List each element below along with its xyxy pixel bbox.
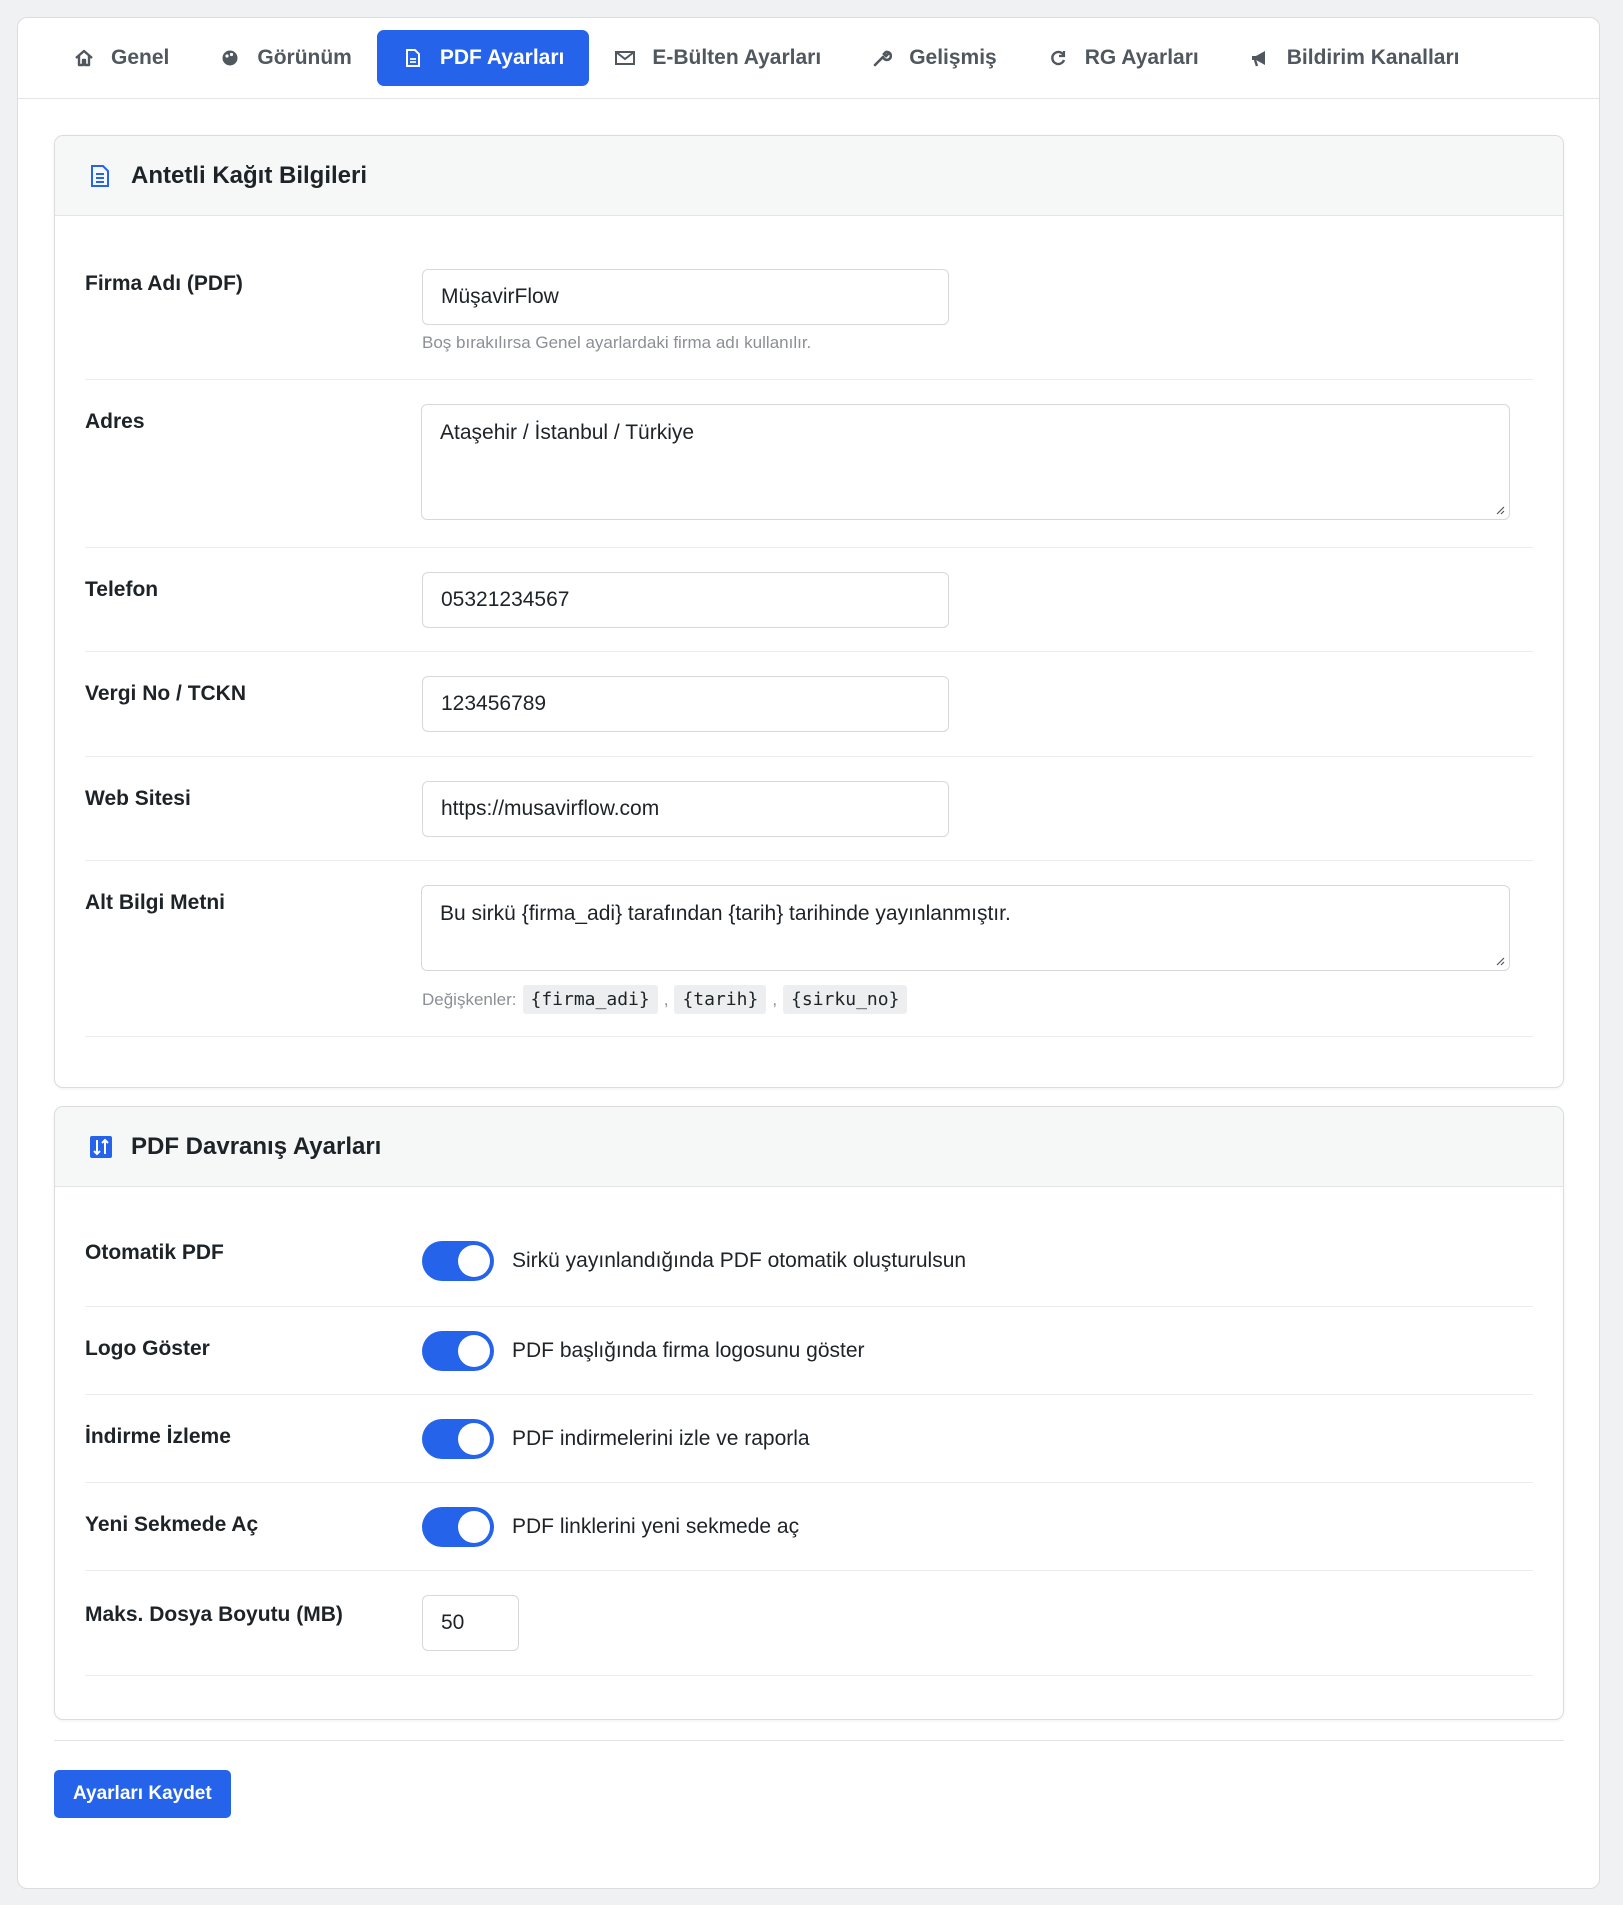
company-name-label: Firma Adı (PDF) — [85, 272, 243, 295]
website-input[interactable]: https://musavirflow.com — [422, 781, 949, 837]
letterhead-card: Antetli Kağıt Bilgileri Firma Adı (PDF) … — [54, 135, 1564, 1088]
tab-label: Bildirim Kanalları — [1286, 46, 1460, 69]
address-textarea[interactable]: Ataşehir / İstanbul / Türkiye — [421, 404, 1510, 520]
new-tab-label: Yeni Sekmede Aç — [85, 1513, 259, 1536]
variable-separator: , — [772, 989, 778, 1009]
variable-sirku-no: {sirku_no} — [783, 985, 908, 1014]
footer-text-value: Bu sirkü {firma_adi} tarafından {tarih} … — [440, 902, 1011, 925]
tab-genel[interactable]: Genel — [48, 30, 194, 86]
tab-e-bulten[interactable]: E-Bülten Ayarları — [589, 30, 846, 86]
max-size-row: Maks. Dosya Boyutu (MB) 50 — [85, 1571, 1533, 1676]
home-icon — [73, 47, 95, 69]
company-name-hint: Boş bırakılırsa Genel ayarlardaki firma … — [422, 333, 812, 352]
download-tracking-text: PDF indirmelerini izle ve raporla — [512, 1427, 810, 1450]
auto-pdf-option: Sirkü yayınlandığında PDF otomatik oluşt… — [422, 1241, 966, 1281]
refresh-icon — [1047, 47, 1069, 69]
logo-text: PDF başlığında firma logosunu göster — [512, 1339, 865, 1362]
tax-row: Vergi No / TCKN 123456789 — [85, 652, 1533, 757]
variables-label: Değişkenler: — [422, 989, 517, 1009]
letterhead-card-header: Antetli Kağıt Bilgileri — [55, 136, 1563, 216]
tab-rg-ayarlari[interactable]: RG Ayarları — [1022, 30, 1224, 86]
new-tab-toggle[interactable] — [422, 1507, 494, 1547]
footer-divider — [54, 1740, 1564, 1741]
tax-value: 123456789 — [441, 692, 547, 715]
phone-label: Telefon — [85, 578, 159, 601]
download-tracking-toggle[interactable] — [422, 1419, 494, 1459]
logo-row: Logo Göster PDF başlığında firma logosun… — [85, 1307, 1533, 1395]
megaphone-icon — [1249, 47, 1271, 69]
resize-grip-icon[interactable] — [1493, 954, 1505, 966]
pdf-behavior-card: PDF Davranış Ayarları Otomatik PDF Sirkü… — [54, 1106, 1564, 1720]
pdf-document-icon — [402, 47, 424, 69]
auto-pdf-text: Sirkü yayınlandığında PDF otomatik oluşt… — [512, 1249, 967, 1272]
new-tab-text: PDF linklerini yeni sekmede aç — [512, 1515, 800, 1538]
logo-toggle[interactable] — [422, 1331, 494, 1371]
auto-pdf-toggle[interactable] — [422, 1241, 494, 1281]
variable-firma-adi: {firma_adi} — [522, 985, 658, 1014]
resize-grip-icon[interactable] — [1493, 503, 1505, 515]
tab-label: RG Ayarları — [1084, 46, 1199, 69]
document-icon — [89, 164, 113, 188]
tax-input[interactable]: 123456789 — [422, 676, 949, 732]
variable-separator: , — [663, 989, 669, 1009]
footer-text-textarea[interactable]: Bu sirkü {firma_adi} tarafından {tarih} … — [421, 885, 1510, 971]
auto-pdf-label: Otomatik PDF — [85, 1241, 224, 1264]
settings-panel: Genel Görünüm PDF Ayarları E-Bülten Ayar… — [17, 17, 1600, 1889]
download-tracking-label: İndirme İzleme — [85, 1425, 231, 1448]
auto-pdf-row: Otomatik PDF Sirkü yayınlandığında PDF o… — [85, 1187, 1533, 1307]
tab-label: Görünüm — [257, 46, 352, 69]
max-size-input[interactable]: 50 — [422, 1595, 519, 1651]
company-name-row: Firma Adı (PDF) MüşavirFlow Boş bırakılı… — [85, 216, 1533, 380]
download-tracking-row: İndirme İzleme PDF indirmelerini izle ve… — [85, 1395, 1533, 1483]
max-size-label: Maks. Dosya Boyutu (MB) — [85, 1603, 343, 1626]
tab-gorunum[interactable]: Görünüm — [194, 30, 377, 86]
new-tab-row: Yeni Sekmede Aç PDF linklerini yeni sekm… — [85, 1483, 1533, 1571]
palette-icon — [219, 47, 241, 69]
card-title: Antetli Kağıt Bilgileri — [131, 161, 368, 189]
new-tab-option: PDF linklerini yeni sekmede aç — [422, 1507, 799, 1547]
tab-label: E-Bülten Ayarları — [652, 46, 822, 69]
website-label: Web Sitesi — [85, 787, 191, 810]
save-settings-label: Ayarları Kaydet — [73, 1783, 212, 1804]
website-value: https://musavirflow.com — [441, 797, 660, 820]
footer-text-row: Alt Bilgi Metni Bu sirkü {firma_adi} tar… — [85, 861, 1533, 1037]
tab-gelismis[interactable]: Gelişmiş — [846, 30, 1022, 86]
max-size-value: 50 — [441, 1611, 465, 1634]
variable-tarih: {tarih} — [674, 985, 767, 1014]
envelope-icon — [614, 47, 636, 69]
footer-text-label: Alt Bilgi Metni — [85, 891, 225, 914]
phone-value: 05321234567 — [441, 588, 570, 611]
card-title: PDF Davranış Ayarları — [131, 1132, 382, 1160]
tab-label: Genel — [111, 46, 170, 69]
tab-bildirim-kanallari[interactable]: Bildirim Kanalları — [1224, 30, 1485, 86]
logo-label: Logo Göster — [85, 1337, 210, 1360]
tax-label: Vergi No / TCKN — [85, 682, 247, 705]
address-label: Adres — [85, 410, 145, 433]
sort-arrows-icon — [89, 1135, 113, 1159]
company-name-value: MüşavirFlow — [441, 285, 559, 308]
tab-label: PDF Ayarları — [439, 46, 565, 69]
address-row: Adres Ataşehir / İstanbul / Türkiye — [85, 380, 1533, 548]
tab-label: Gelişmiş — [909, 46, 997, 69]
pdf-behavior-card-header: PDF Davranış Ayarları — [55, 1107, 1563, 1187]
wrench-icon — [871, 47, 893, 69]
phone-row: Telefon 05321234567 — [85, 548, 1533, 652]
variables-hint: Değişkenler: {firma_adi} , {tarih} , {si… — [422, 985, 908, 1014]
download-tracking-option: PDF indirmelerini izle ve raporla — [422, 1419, 810, 1459]
address-value: Ataşehir / İstanbul / Türkiye — [440, 421, 695, 444]
website-row: Web Sitesi https://musavirflow.com — [85, 757, 1533, 861]
company-name-input[interactable]: MüşavirFlow — [422, 269, 949, 325]
tab-pdf-ayarlari[interactable]: PDF Ayarları — [376, 30, 590, 86]
save-settings-button[interactable]: Ayarları Kaydet — [54, 1770, 231, 1818]
settings-tabs: Genel Görünüm PDF Ayarları E-Bülten Ayar… — [18, 18, 1599, 99]
logo-option: PDF başlığında firma logosunu göster — [422, 1331, 865, 1371]
phone-input[interactable]: 05321234567 — [422, 572, 949, 628]
